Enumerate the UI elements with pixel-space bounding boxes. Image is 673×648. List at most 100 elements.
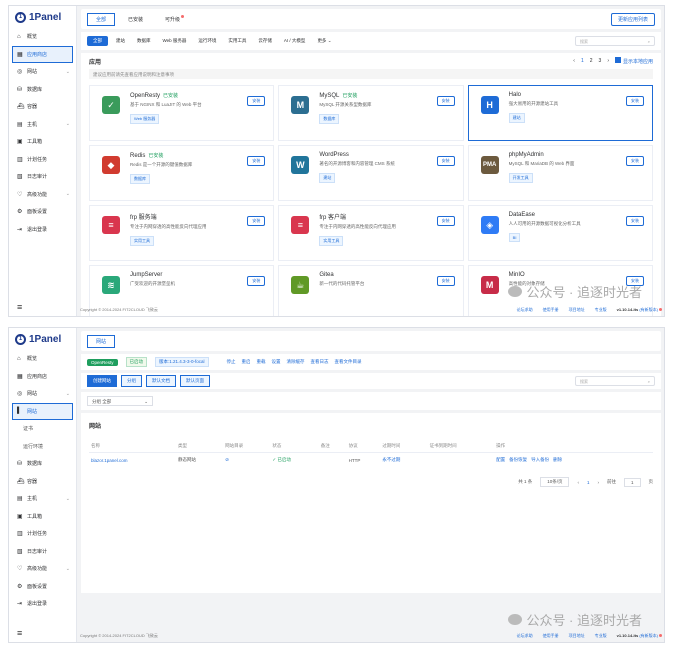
app-card[interactable]: ◈ DataEase 人人可用的开源数据可视化分析工具 BI 安装 [467, 205, 653, 261]
next-page-icon[interactable]: › [597, 480, 599, 485]
sidebar-item-2[interactable]: ◎ 网站 ⌄ [9, 385, 76, 403]
sidebar-item-3[interactable]: ▌ 网站 [12, 402, 73, 420]
sidebar-item-12[interactable]: ♡ 高级功能 ⌄ [9, 560, 76, 578]
pro-link[interactable]: 专业版 [595, 307, 607, 313]
op-2[interactable]: 导入备份 [531, 457, 549, 462]
status-action-3[interactable]: 设置 [272, 359, 281, 365]
sync-app-list-button[interactable]: 更新应用列表 [610, 12, 655, 26]
op-0[interactable]: 配置 [496, 457, 505, 462]
sidebar-item-7[interactable]: ▥ 计划任务 [9, 151, 76, 169]
group-select[interactable]: 分组 全部 ⌄ [87, 396, 153, 406]
project-link[interactable]: 项目地址 [569, 633, 585, 639]
action-button-0[interactable]: 创建网站 [87, 375, 117, 387]
install-button[interactable]: 安装 [436, 216, 455, 226]
status-action-0[interactable]: 停止 [227, 359, 236, 365]
logo[interactable]: 1 1Panel [9, 6, 76, 28]
site-dir-icon[interactable]: ⊘ [223, 453, 270, 468]
sidebar-item-7[interactable]: ⛴ 容器 [9, 473, 76, 491]
install-button[interactable]: 安装 [625, 156, 644, 166]
sidebar-item-13[interactable]: ⚙ 面板设置 [9, 578, 76, 596]
install-button[interactable]: 安装 [625, 216, 644, 226]
prev-page-icon[interactable]: ‹ [577, 480, 579, 485]
page-size-select[interactable]: 10条/页 [540, 477, 570, 487]
app-card[interactable]: H Halo 强大易用的开源建站工具 建站 安装 [467, 85, 653, 141]
action-button-3[interactable]: 默认页面 [180, 375, 210, 387]
forum-link[interactable]: 论坛求助 [517, 307, 533, 313]
status-action-6[interactable]: 查看文件目录 [335, 359, 362, 365]
app-card[interactable]: PMA phpMyAdmin MySQL 和 MariaDB 的 Web 界面 开发工… [467, 145, 653, 201]
op-1[interactable]: 备份恢复 [509, 457, 527, 462]
install-button[interactable]: 安装 [436, 276, 455, 286]
site-name-link[interactable]: blazor.1panel.com [89, 453, 176, 468]
update-link[interactable]: (有新版本) [639, 307, 658, 312]
forum-link[interactable]: 论坛求助 [517, 633, 533, 639]
install-button[interactable]: 安装 [247, 276, 266, 286]
status-action-1[interactable]: 重启 [242, 359, 251, 365]
app-card[interactable]: ≡ frp 客户端 专注于内网穿透的高性能反向代理应用 实用工具 安装 [278, 205, 464, 261]
page-3[interactable]: 3 [599, 58, 602, 64]
pro-link[interactable]: 专业版 [595, 633, 607, 639]
sidebar-item-1[interactable]: ▦ 应用商店 [12, 45, 73, 63]
tab-1[interactable]: 已安装 [119, 13, 152, 26]
sidebar-item-4[interactable]: 证书 [9, 420, 76, 438]
page-1[interactable]: 1 [581, 58, 584, 64]
category-filter-4[interactable]: 运行环境 [194, 36, 220, 46]
sidebar-item-3[interactable]: ⛁ 数据库 [9, 81, 76, 99]
category-filter-0[interactable]: 全部 [87, 36, 108, 46]
page-2[interactable]: 2 [590, 58, 593, 64]
status-action-2[interactable]: 重载 [257, 359, 266, 365]
manual-link[interactable]: 使用手册 [543, 633, 559, 639]
sidebar-item-10[interactable]: ▥ 计划任务 [9, 525, 76, 543]
sidebar-item-11[interactable]: ▧ 日志审计 [9, 543, 76, 561]
action-button-2[interactable]: 默认文档 [146, 375, 176, 387]
sidebar-item-1[interactable]: ▦ 应用商店 [9, 368, 76, 386]
next-page-icon[interactable]: › [607, 58, 609, 64]
category-filter-1[interactable]: 建站 [112, 36, 129, 46]
menu-collapse-icon[interactable]: ≡ [17, 302, 22, 312]
site-status[interactable]: ✓ 已启动 [270, 453, 318, 468]
app-card[interactable]: ◆ Redis 已安装 Redis 是一个开源的键值数据库 数据库 安装 [89, 145, 275, 201]
site-expire[interactable]: 永不过期 [380, 453, 427, 468]
current-page[interactable]: 1 [587, 480, 590, 485]
manual-link[interactable]: 使用手册 [543, 307, 559, 313]
install-button[interactable]: 安装 [247, 156, 266, 166]
app-card[interactable]: M MySQL 已安装 MySQL 开源关系型数据库 数据库 安装 [278, 85, 464, 141]
sidebar-item-10[interactable]: ⚙ 面板设置 [9, 203, 76, 221]
status-action-4[interactable]: 清除缓存 [287, 359, 305, 365]
sidebar-item-11[interactable]: ⇥ 退出登录 [9, 221, 76, 239]
action-button-1[interactable]: 分组 [121, 375, 142, 387]
install-button[interactable]: 安装 [436, 156, 455, 166]
sidebar-item-9[interactable]: ♡ 高级功能 ⌄ [9, 186, 76, 204]
install-button[interactable]: 安装 [436, 96, 455, 106]
sidebar-item-5[interactable]: ▤ 主机 ⌄ [9, 116, 76, 134]
update-link[interactable]: (有新版本) [639, 633, 658, 638]
sidebar-item-6[interactable]: ⛁ 数据库 [9, 455, 76, 473]
tab-website[interactable]: 网站 [87, 334, 116, 348]
category-filter-8[interactable]: 更多 ⌄ [313, 36, 335, 46]
tab-0[interactable]: 全部 [87, 12, 116, 26]
menu-collapse-icon[interactable]: ≡ [17, 628, 22, 638]
category-filter-2[interactable]: 数据库 [133, 36, 155, 46]
op-3[interactable]: 删除 [553, 457, 562, 462]
sidebar-item-0[interactable]: ⌂ 概览 [9, 350, 76, 368]
app-card[interactable]: ✓ OpenResty 已安装 基于 NGINX 和 LuaJIT 的 Web 平台 W… [89, 85, 275, 141]
category-filter-5[interactable]: 实用工具 [224, 36, 250, 46]
sidebar-item-14[interactable]: ⇥ 退出登录 [9, 595, 76, 613]
tab-2[interactable]: 可升级 [156, 13, 189, 26]
status-action-5[interactable]: 查看日志 [311, 359, 329, 365]
search-input[interactable]: 搜索 ⌕ [575, 376, 655, 386]
install-button[interactable]: 安装 [625, 96, 644, 106]
sidebar-item-6[interactable]: ▣ 工具箱 [9, 133, 76, 151]
show-local-apps-checkbox[interactable]: 显示本地应用 [614, 57, 653, 65]
sidebar-item-2[interactable]: ◎ 网站 ⌄ [9, 63, 76, 81]
category-filter-6[interactable]: 云存储 [254, 36, 276, 46]
logo[interactable]: 1 1Panel [9, 328, 76, 350]
sidebar-item-8[interactable]: ▧ 日志审计 [9, 168, 76, 186]
category-filter-3[interactable]: Web 服务器 [159, 36, 191, 46]
app-card[interactable]: ≡ frp 服务端 专注于内网穿透的高性能反向代理应用 实用工具 安装 [89, 205, 275, 261]
sidebar-item-4[interactable]: ⛴ 容器 [9, 98, 76, 116]
sidebar-item-5[interactable]: 运行环境 [9, 438, 76, 456]
goto-input[interactable]: 1 [623, 477, 641, 487]
sidebar-item-8[interactable]: ▤ 主机 ⌄ [9, 490, 76, 508]
app-card[interactable]: W WordPress 著名的开源博客和内容管理 CMS 系统 建站 安装 [278, 145, 464, 201]
